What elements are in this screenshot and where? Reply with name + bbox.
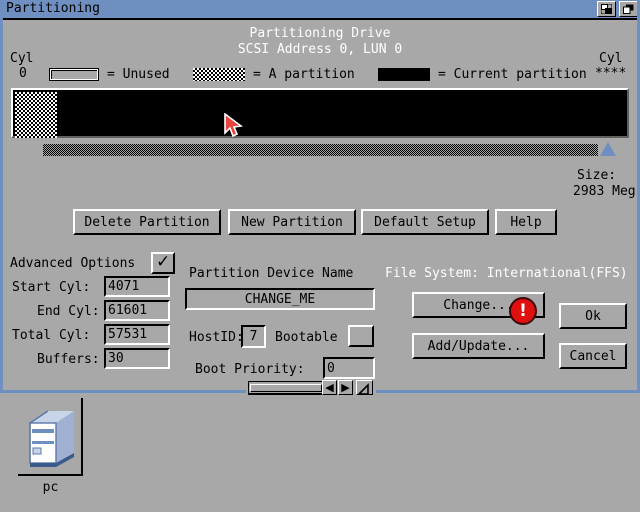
boot-priority-input[interactable]: 0 [323,357,375,379]
boot-priority-label: Boot Priority: [195,362,305,377]
legend-label-current-partition: = Current partition [438,67,587,82]
partitioning-window: Partitioning Partitioning Drive [0,0,640,393]
legend-swatch-current-partition [378,68,430,81]
scroll-right-arrow-icon[interactable]: ▶ [338,380,353,395]
hard-drive-icon [24,407,80,469]
cyl-left-value: 0 [19,66,27,81]
horizontal-scrollbar-knob[interactable] [250,384,322,392]
ok-button[interactable]: Ok [559,303,627,329]
total-cyl-input[interactable]: 57531 [104,324,170,345]
bootable-label: Bootable [275,330,338,345]
cyl-left-label: Cyl [10,51,33,66]
default-setup-button[interactable]: Default Setup [361,209,489,235]
legend-label-a-partition: = A partition [253,67,355,82]
page-subtitle: SCSI Address 0, LUN 0 [3,42,637,57]
size-label: Size: [577,168,616,183]
partition-device-name-label: Partition Device Name [189,266,353,281]
help-button[interactable]: Help [495,209,557,235]
start-cyl-input[interactable]: 4071 [104,276,170,297]
partition-block-a[interactable] [15,92,57,138]
window-title: Partitioning [6,1,100,17]
start-cyl-label: Start Cyl: [12,280,90,295]
bootable-checkbox[interactable] [348,325,374,347]
buffers-input[interactable]: 30 [104,348,170,369]
partition-device-name-input[interactable]: CHANGE_ME [185,288,375,310]
hostid-input[interactable]: 7 [241,325,266,348]
total-cyl-label: Total Cyl: [12,328,90,343]
end-cyl-label: End Cyl: [37,304,100,319]
alert-icon: ! [509,297,537,325]
checkmark-icon: ✓ [156,252,170,272]
legend-label-unused: = Unused [107,67,170,82]
zoom-icon [623,4,634,14]
depth-icon [601,4,612,14]
window-titlebar[interactable]: Partitioning [0,0,640,18]
buffers-label: Buffers: [37,352,100,367]
screen: Partitioning Partitioning Drive [0,0,640,512]
legend-swatch-a-partition [193,68,245,81]
legend-swatch-unused-inner [49,68,99,81]
desktop-icon-pc[interactable]: pc [18,398,86,492]
desktop-icon-label: pc [18,480,83,495]
cyl-right-label: Cyl [599,51,622,66]
page-title: Partitioning Drive [3,26,637,41]
partition-size-slider[interactable] [43,144,598,156]
partition-map[interactable] [11,88,629,138]
delete-partition-button[interactable]: Delete Partition [73,209,221,235]
depth-gadget[interactable] [597,1,616,17]
advanced-options-checkbox[interactable]: ✓ [151,252,175,274]
advanced-options-label: Advanced Options [10,256,135,271]
partition-size-marker[interactable] [600,142,616,156]
window-resize-gadget[interactable] [356,380,373,395]
resize-icon [357,383,372,396]
add-update-button[interactable]: Add/Update... [412,333,545,359]
hostid-label: HostID: [189,330,244,345]
end-cyl-input[interactable]: 61601 [104,300,170,321]
new-partition-button[interactable]: New Partition [228,209,356,235]
cyl-right-value: **** [595,66,626,81]
file-system-label: File System: International(FFS) [385,266,628,281]
size-value: 2983 Meg [573,184,636,199]
scroll-left-arrow-icon[interactable]: ◀ [322,380,337,395]
cancel-button[interactable]: Cancel [559,343,627,369]
window-content: Partitioning Drive SCSI Address 0, LUN 0… [3,20,637,390]
zoom-gadget[interactable] [619,1,638,17]
